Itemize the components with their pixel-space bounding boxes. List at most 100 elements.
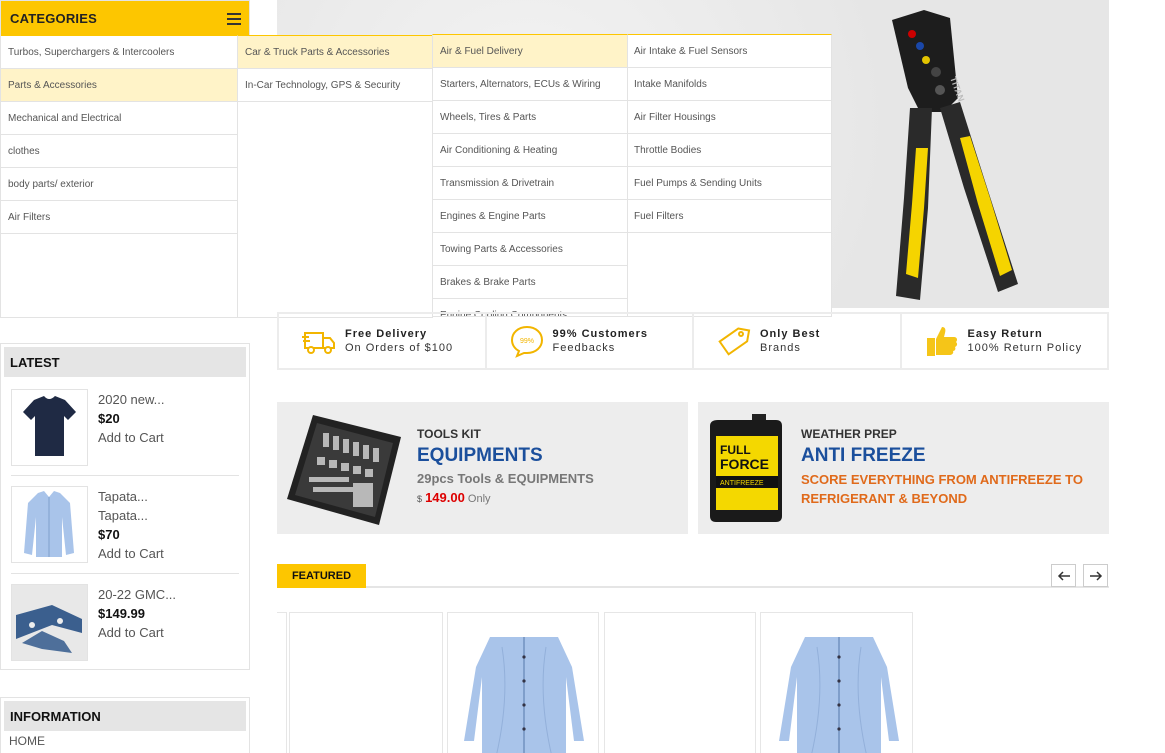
truck-icon <box>302 332 335 354</box>
feature-subtitle: 100% Return Policy <box>967 342 1083 354</box>
latest-product[interactable]: 2020 new... $20 Add to Cart <box>11 389 241 479</box>
home-link[interactable]: HOME <box>1 734 249 748</box>
dropdown-item[interactable]: Towing Parts & Accessories <box>433 233 627 266</box>
product-thumbnail[interactable] <box>11 486 88 563</box>
featured-header: FEATURED <box>277 564 1109 588</box>
add-to-cart-link[interactable]: Add to Cart <box>98 546 164 561</box>
category-item[interactable]: Parts & Accessories <box>1 69 238 102</box>
add-to-cart-link[interactable]: Add to Cart <box>98 430 164 445</box>
category-item[interactable]: Turbos, Superchargers & Intercoolers <box>1 36 238 69</box>
dropdown-item[interactable]: Air Intake & Fuel Sensors <box>628 35 831 68</box>
add-to-cart-link[interactable]: Add to Cart <box>98 625 164 640</box>
product-card[interactable] <box>277 612 287 753</box>
categories-title: CATEGORIES <box>10 11 97 26</box>
product-price: $70 <box>98 527 120 542</box>
latest-product[interactable]: Tapata... Tapata... $70 Add to Cart <box>11 486 241 576</box>
feature-easy-return: Easy Return 100% Return Policy <box>902 314 1108 368</box>
product-card[interactable] <box>447 612 599 753</box>
dropdown-item[interactable]: Car & Truck Parts & Accessories <box>238 36 432 69</box>
divider <box>11 475 239 476</box>
dropdown-item[interactable]: Wheels, Tires & Parts <box>433 101 627 134</box>
bumper-part-image <box>12 585 87 660</box>
promo-currency: $ <box>417 494 423 504</box>
promo-kicker: TOOLS KIT <box>417 427 481 441</box>
dropdown-item[interactable]: Fuel Pumps & Sending Units <box>628 167 831 200</box>
feature-title: Only Best <box>760 328 821 340</box>
shirt-image <box>24 491 74 557</box>
promo-heading[interactable]: ANTI FREEZE <box>801 445 926 467</box>
feature-subtitle: Brands <box>760 342 801 354</box>
promo-price: 149.00 <box>425 490 465 505</box>
crimping-pliers-image: TITAN <box>892 10 1018 300</box>
promo-banner-antifreeze[interactable]: FULL FORCE ANTIFREEZE WEATHER PREP ANTI … <box>698 402 1109 534</box>
jug-brand-line1: FULL <box>720 443 751 457</box>
category-item[interactable]: clothes <box>1 135 238 168</box>
feature-subtitle: Feedbacks <box>552 342 616 354</box>
dropdown-item[interactable]: Air Conditioning & Heating <box>433 134 627 167</box>
promo-banner-tools[interactable]: TOOLS KIT EQUIPMENTS 29pcs Tools & EQUIP… <box>277 402 688 534</box>
dropdown-item[interactable]: Throttle Bodies <box>628 134 831 167</box>
dropdown-item[interactable]: In-Car Technology, GPS & Security <box>238 69 432 102</box>
dropdown-column-2: Air & Fuel Delivery Starters, Alternator… <box>432 34 628 317</box>
category-item[interactable]: Mechanical and Electrical <box>1 102 238 135</box>
dropdown-item[interactable]: Air & Fuel Delivery <box>433 35 627 68</box>
product-price: $20 <box>98 411 120 426</box>
latest-panel: LATEST 2020 new... $20 Add to Cart Tapat… <box>0 343 250 670</box>
dropdown-item[interactable]: Fuel Filters <box>628 200 831 233</box>
chat-icon: 99% <box>510 325 543 358</box>
tshirt-image <box>23 396 76 456</box>
product-card[interactable] <box>289 612 443 753</box>
feature-best-brands: Only Best Brands <box>694 314 902 368</box>
product-thumbnail[interactable] <box>11 584 88 661</box>
promo-heading[interactable]: EQUIPMENTS <box>417 445 543 467</box>
feature-feedbacks: 99% 99% Customers Feedbacks <box>487 314 694 368</box>
prev-arrow-icon[interactable] <box>1051 564 1076 587</box>
promo-subtitle: 29pcs Tools & EQUIPMENTS <box>417 471 594 486</box>
product-card[interactable] <box>760 612 913 753</box>
dropdown-item[interactable]: Engines & Engine Parts <box>433 200 627 233</box>
feature-title: Easy Return <box>967 328 1043 340</box>
thumbs-up-icon <box>926 327 957 356</box>
category-item[interactable]: Air Filters <box>1 201 238 234</box>
latest-product[interactable]: 20-22 GMC... $149.99 Add to Cart <box>11 584 241 664</box>
dropdown-item[interactable]: Transmission & Drivetrain <box>433 167 627 200</box>
feature-subtitle: On Orders of $100 <box>345 342 454 354</box>
next-arrow-icon[interactable] <box>1083 564 1108 587</box>
chat-badge: 99% <box>519 338 533 345</box>
latest-title: LATEST <box>4 347 246 377</box>
divider <box>11 573 239 574</box>
features-bar: Free Delivery On Orders of $100 99% 99% … <box>277 312 1109 370</box>
product-thumbnail[interactable] <box>11 389 88 466</box>
jug-brand-line2: FORCE <box>720 456 769 472</box>
tag-icon <box>718 327 751 356</box>
dropdown-item[interactable]: Air Filter Housings <box>628 101 831 134</box>
product-name[interactable]: 20-22 GMC... <box>98 587 176 602</box>
feature-title: Free Delivery <box>345 328 428 340</box>
promo-kicker: WEATHER PREP <box>801 427 897 441</box>
dropdown-item[interactable]: Intake Manifolds <box>628 68 831 101</box>
dropdown-column-1: Car & Truck Parts & Accessories In-Car T… <box>237 35 433 318</box>
product-name-line2[interactable]: Tapata... <box>98 508 148 523</box>
product-price: $149.99 <box>98 606 145 621</box>
product-name[interactable]: 2020 new... <box>98 392 165 407</box>
categories-list: Turbos, Superchargers & Intercoolers Par… <box>1 36 249 234</box>
promo-price-line: $ 149.00 Only <box>417 490 491 505</box>
featured-tab[interactable]: FEATURED <box>277 564 366 588</box>
product-name[interactable]: Tapata... <box>98 489 148 504</box>
information-title: INFORMATION <box>4 701 246 731</box>
shirt-image <box>779 637 899 753</box>
promo-subtitle: SCORE EVERYTHING FROM ANTIFREEZE TO REFR… <box>801 472 1083 506</box>
feature-title: 99% Customers <box>552 328 649 340</box>
jug-product-line: ANTIFREEZE <box>720 480 764 487</box>
feature-free-delivery: Free Delivery On Orders of $100 <box>279 314 487 368</box>
dropdown-item[interactable]: Starters, Alternators, ECUs & Wiring <box>433 68 627 101</box>
categories-header[interactable]: CATEGORIES <box>1 1 249 36</box>
information-panel: INFORMATION HOME <box>0 697 250 753</box>
dropdown-item[interactable]: Brakes & Brake Parts <box>433 266 627 299</box>
category-item[interactable]: body parts/ exterior <box>1 168 238 201</box>
toolkit-image <box>287 415 401 525</box>
menu-icon[interactable] <box>227 12 241 25</box>
antifreeze-jug-image: FULL FORCE ANTIFREEZE <box>710 414 782 522</box>
product-card[interactable] <box>604 612 756 753</box>
categories-panel: CATEGORIES Turbos, Superchargers & Inter… <box>0 0 250 318</box>
